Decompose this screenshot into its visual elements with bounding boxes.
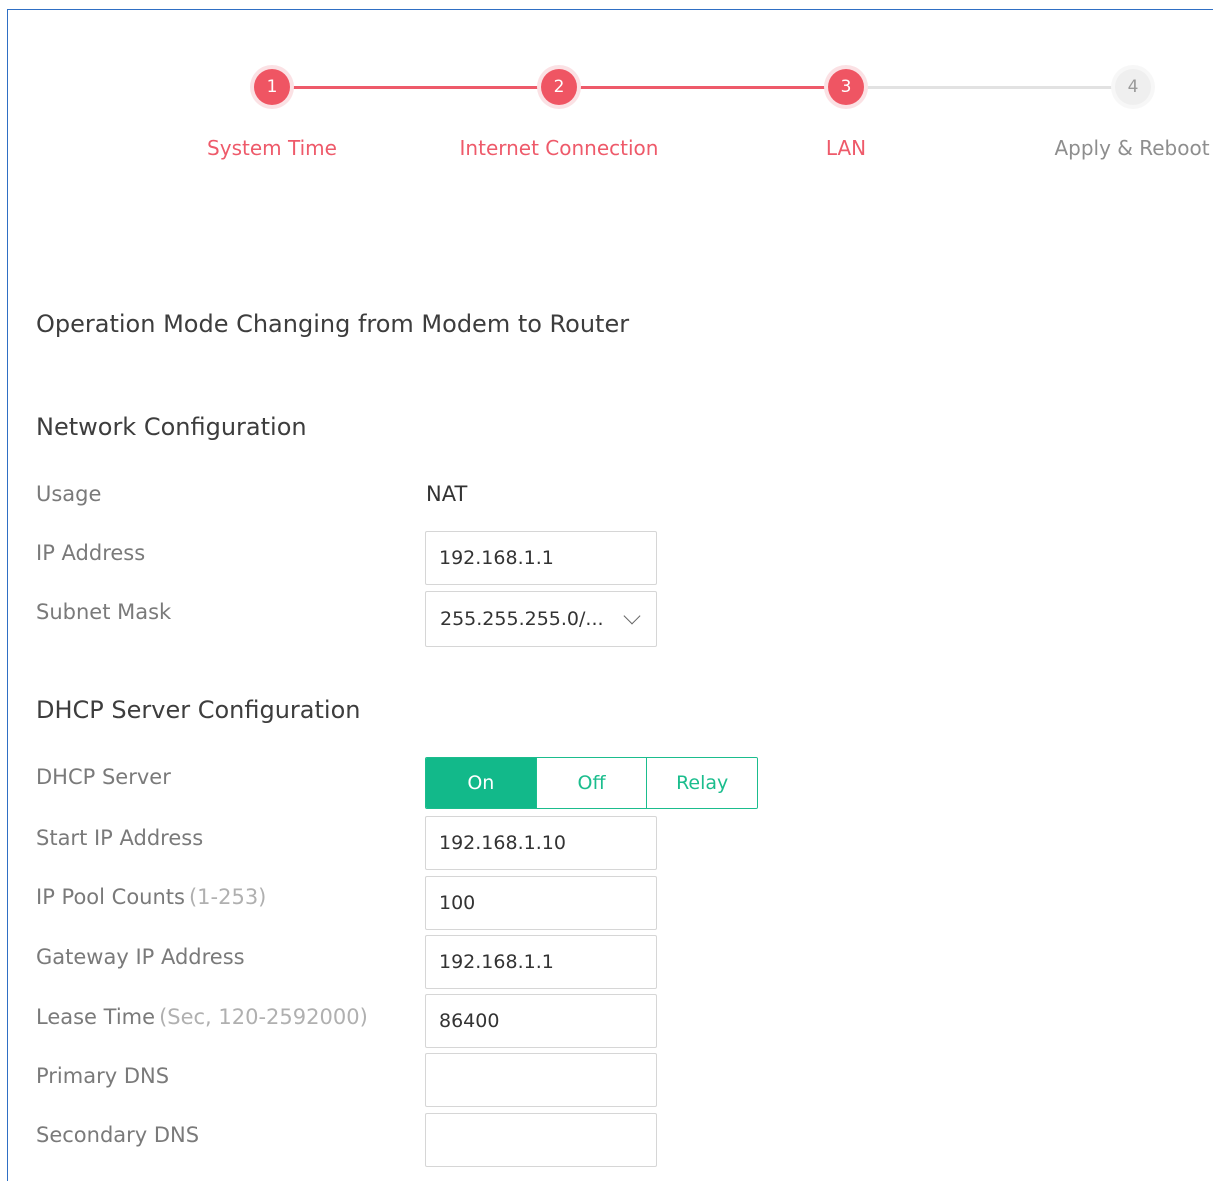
step-3-label[interactable]: LAN: [826, 136, 866, 160]
setup-wizard-stepper: 1 2 3 4 System Time Internet Connection …: [0, 0, 1213, 180]
step-4-label: Apply & Reboot: [1054, 136, 1210, 160]
step-connector-1-2: [290, 86, 542, 89]
subnet-mask-select[interactable]: 255.255.255.0/...: [425, 591, 657, 647]
operation-mode-heading: Operation Mode Changing from Modem to Ro…: [36, 310, 630, 338]
dhcp-relay-option[interactable]: Relay: [647, 758, 757, 808]
ip-pool-counts-label: IP Pool Counts (1-253): [36, 885, 266, 909]
step-1-label[interactable]: System Time: [207, 136, 337, 160]
secondary-dns-input[interactable]: [425, 1113, 657, 1167]
ip-pool-counts-input[interactable]: [425, 876, 657, 930]
lease-time-hint: (Sec, 120-2592000): [159, 1005, 368, 1029]
chevron-down-icon: [623, 607, 641, 624]
primary-dns-input[interactable]: [425, 1053, 657, 1107]
step-4-indicator: 4: [1115, 69, 1151, 105]
ip-address-input[interactable]: [425, 531, 657, 585]
step-2-label[interactable]: Internet Connection: [460, 136, 659, 160]
ip-address-label: IP Address: [36, 541, 146, 565]
lease-time-input[interactable]: [425, 994, 657, 1048]
dhcp-server-toggle: On Off Relay: [425, 757, 758, 809]
primary-dns-label: Primary DNS: [36, 1064, 170, 1088]
usage-value: NAT: [426, 482, 468, 506]
lease-time-label-text: Lease Time: [36, 1005, 156, 1029]
secondary-dns-label: Secondary DNS: [36, 1123, 200, 1147]
step-1-number: 1: [266, 77, 278, 97]
step-2-number: 2: [553, 77, 565, 97]
gateway-ip-input[interactable]: [425, 935, 657, 989]
dhcp-server-label: DHCP Server: [36, 765, 171, 789]
dhcp-on-option[interactable]: On: [426, 758, 537, 808]
gateway-ip-label: Gateway IP Address: [36, 945, 245, 969]
lease-time-label: Lease Time (Sec, 120-2592000): [36, 1005, 368, 1029]
usage-label: Usage: [36, 482, 102, 506]
step-4-number: 4: [1127, 77, 1139, 97]
step-connector-3-4: [864, 86, 1116, 89]
step-3-number: 3: [840, 77, 852, 97]
dhcp-off-option[interactable]: Off: [536, 758, 648, 808]
step-2-indicator[interactable]: 2: [541, 69, 577, 105]
step-1-indicator[interactable]: 1: [254, 69, 290, 105]
start-ip-label: Start IP Address: [36, 826, 204, 850]
subnet-mask-label: Subnet Mask: [36, 600, 172, 624]
step-connector-2-3: [577, 86, 829, 89]
ip-pool-counts-label-text: IP Pool Counts: [36, 885, 185, 909]
network-config-heading: Network Configuration: [36, 413, 307, 441]
ip-pool-counts-hint: (1-253): [188, 885, 267, 909]
step-3-indicator[interactable]: 3: [828, 69, 864, 105]
start-ip-input[interactable]: [425, 816, 657, 870]
dhcp-config-heading: DHCP Server Configuration: [36, 696, 361, 724]
subnet-mask-selected-value: 255.255.255.0/...: [440, 608, 604, 630]
